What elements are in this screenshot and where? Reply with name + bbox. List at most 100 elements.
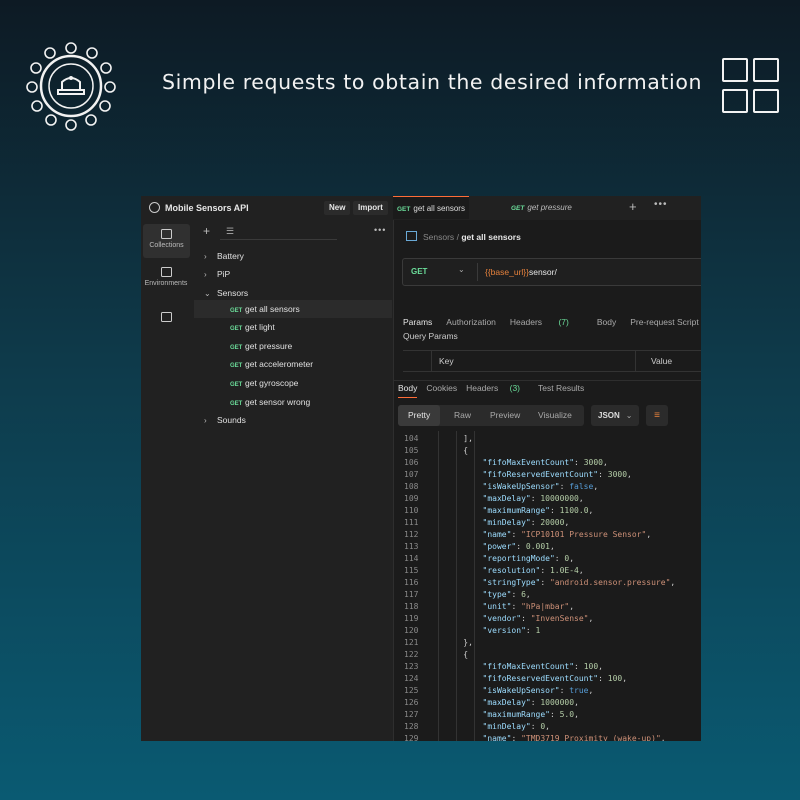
import-button[interactable]: Import [353,201,388,215]
code-line: "reportingMode": 0, [482,554,575,563]
line-number: 106 [404,458,419,467]
request-get-sensor-wrong[interactable]: GET get sensor wrong [194,393,392,411]
request-get-all-sensors[interactable]: GET get all sensors [194,300,392,318]
breadcrumb: Sensors / get all sensors [406,231,521,242]
code-line: { [444,446,469,455]
request-get-accelerometer[interactable]: GET get accelerometer [194,355,392,373]
chevron-right-icon: › [204,252,207,261]
left-rail: Collections Environments [141,220,195,741]
line-number: 123 [404,662,419,671]
line-number: 129 [404,734,419,741]
wrap-lines-icon[interactable]: ≡ [646,405,668,426]
line-number: 109 [404,494,419,503]
line-number: 107 [404,470,419,479]
code-line: "maxDelay": 10000000, [482,494,584,503]
rail-collections[interactable]: Collections [143,224,190,258]
line-number: 119 [404,614,419,623]
line-number: 122 [404,650,419,659]
line-number: 116 [404,578,419,587]
new-button[interactable]: New [324,201,351,215]
rail-apps[interactable] [141,308,191,326]
method-select[interactable]: GET [411,267,427,276]
key-column-header: Key [439,356,454,366]
code-line: }, [444,638,473,647]
format-select[interactable]: JSON ⌄ [591,405,639,426]
tab-get-pressure[interactable]: GET get pressure [507,196,576,220]
environments-icon [160,267,172,277]
code-line: "isWakeUpSensor": true, [482,686,594,695]
tab-more-button[interactable]: ••• [654,199,668,210]
code-line: "name": "TMD3719 Proximity (wake-up)", [482,734,666,741]
code-line: "fifoMaxEventCount": 100, [482,662,603,671]
tab-get-all-sensors[interactable]: GET get all sensors [393,196,469,219]
code-line: "resolution": 1.0E-4, [482,566,584,575]
code-line: "version": 1 [482,626,541,635]
folder-pip[interactable]: › PiP [204,265,230,283]
view-preview-button[interactable]: Preview [490,410,520,420]
request-get-gyroscope[interactable]: GET get gyroscope [194,374,392,392]
request-panel: Sensors / get all sensors GET ⌄ {{base_u… [394,220,701,741]
request-get-pressure[interactable]: GET get pressure [194,337,392,355]
folder-battery[interactable]: › Battery [204,247,244,265]
view-visualize-button[interactable]: Visualize [538,410,572,420]
code-line: "maximumRange": 1100.0, [482,506,594,515]
add-collection-button[interactable]: + [203,224,210,238]
brand-logo [26,42,116,131]
collections-icon [161,229,172,239]
chevron-down-icon[interactable]: ⌄ [458,265,465,274]
folder-sounds[interactable]: › Sounds [204,411,246,429]
rail-environments[interactable]: Environments [141,262,191,296]
line-number: 110 [404,506,419,515]
response-tab-tests[interactable]: Test Results [538,383,584,397]
line-number: 114 [404,554,419,563]
response-tab-cookies[interactable]: Cookies [426,383,457,397]
url-bar: GET ⌄ {{base_url}}sensor/ [402,258,701,286]
filter-icon: ☰ [226,226,235,236]
tab-prerequest-script[interactable]: Pre-request Script [630,317,699,327]
response-tab-body[interactable]: Body [398,383,418,398]
response-tab-headers[interactable]: Headers (3) [466,383,529,397]
top-bar: Mobile Sensors API New Import GET get all… [141,196,701,221]
line-number: 117 [404,590,419,599]
chevron-right-icon: › [204,416,207,425]
line-number: 125 [404,686,419,695]
response-code-view[interactable]: 104 ], 105 {106 "fifoMaxEventCount": 3000… [394,431,701,741]
line-number: 124 [404,674,419,683]
url-input[interactable]: {{base_url}}sensor/ [485,267,557,277]
sidebar-more-button[interactable]: ••• [374,225,386,235]
code-line: "isWakeUpSensor": false, [482,482,599,491]
line-number: 104 [404,434,419,443]
tab-headers[interactable]: Headers (7) [510,317,583,327]
line-number: 128 [404,722,419,731]
line-number: 126 [404,698,419,707]
code-line: ], [444,434,473,443]
breadcrumb-parent[interactable]: Sensors [423,232,454,242]
tab-params[interactable]: Params [403,317,432,327]
tab-body[interactable]: Body [597,317,616,327]
apps-icon [160,312,172,322]
response-tabs: Body Cookies Headers (3) Test Results [398,383,593,398]
line-number: 113 [404,542,419,551]
code-line: "maximumRange": 5.0, [482,710,579,719]
workspace-title[interactable]: Mobile Sensors API [149,202,249,213]
filter-input[interactable]: ☰ [220,226,337,240]
add-tab-button[interactable]: + [629,199,637,214]
line-number: 105 [404,446,419,455]
page-headline: Simple requests to obtain the desired in… [162,70,703,94]
code-line: "name": "ICP10101 Pressure Sensor", [482,530,652,539]
request-get-light[interactable]: GET get light [194,318,392,336]
code-line: "fifoReservedEventCount": 3000, [482,470,632,479]
chevron-right-icon: › [204,270,207,279]
code-line: "power": 0.001, [482,542,555,551]
query-params-heading: Query Params [403,331,458,341]
view-pretty-button[interactable]: Pretty [398,405,441,426]
response-panel: Body Cookies Headers (3) Test Results Prett… [394,380,701,741]
line-number: 111 [404,518,419,527]
grid-apps-icon [722,58,780,114]
tab-authorization[interactable]: Authorization [446,317,496,327]
line-number: 120 [404,626,419,635]
api-client-window: Mobile Sensors API New Import GET get all… [141,196,701,741]
code-line: "stringType": "android.sensor.pressure", [482,578,676,587]
view-raw-button[interactable]: Raw [454,410,471,420]
value-column-header: Value [651,356,673,366]
